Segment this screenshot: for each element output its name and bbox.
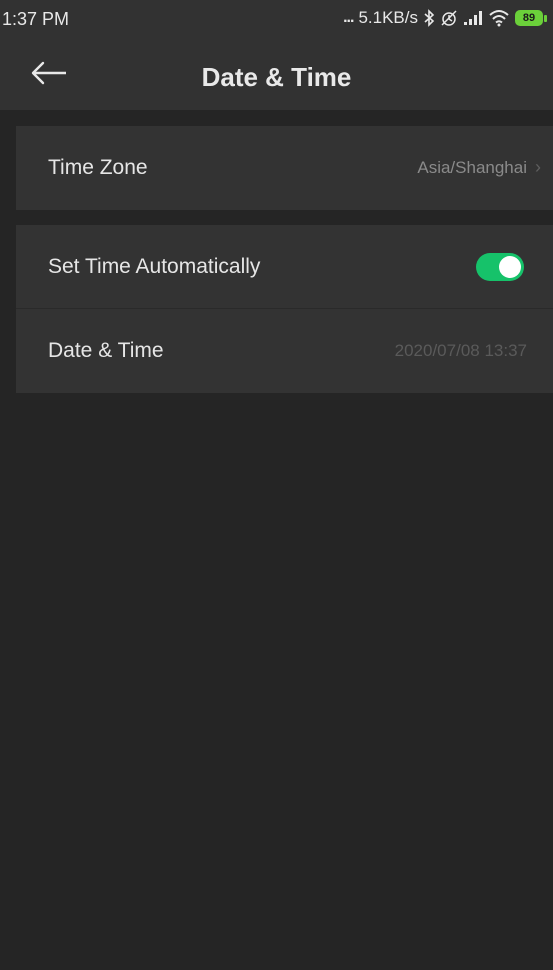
set-time-automatically-row: Set Time Automatically [16, 225, 553, 309]
battery-level: 89 [515, 10, 543, 26]
network-speed: 5.1KB/s [358, 8, 418, 27]
status-time: 1:37 PM [2, 9, 70, 29]
page-title: Date & Time [201, 62, 352, 92]
status-icons: ... 5.1KB/s 89 [343, 8, 547, 28]
battery-tip [544, 14, 547, 22]
date-time-label: Date & Time [48, 339, 164, 362]
set-time-automatically-toggle[interactable] [476, 253, 524, 281]
wifi-icon [488, 9, 510, 27]
status-bar: 1:37 PM ... 5.1KB/s 89 [0, 0, 553, 38]
header: Date & Time [0, 38, 553, 110]
set-time-automatically-label: Set Time Automatically [48, 255, 261, 278]
status-dots: ... [343, 9, 354, 26]
signal-icon [463, 10, 483, 26]
time-zone-row[interactable]: Time Zone Asia/Shanghai › [16, 126, 553, 210]
screen: 1:37 PM ... 5.1KB/s 89 Date & Time Time … [0, 0, 553, 970]
chevron-right-icon: › [535, 157, 541, 177]
battery-icon: 89 [515, 10, 547, 26]
bluetooth-icon [423, 9, 435, 27]
alarm-off-icon [440, 9, 458, 27]
date-time-value: 2020/07/08 13:37 [394, 341, 527, 360]
toggle-knob [499, 256, 521, 278]
time-zone-value: Asia/Shanghai [417, 158, 527, 177]
date-time-row[interactable]: Date & Time 2020/07/08 13:37 [16, 309, 553, 393]
time-zone-label: Time Zone [48, 156, 148, 179]
